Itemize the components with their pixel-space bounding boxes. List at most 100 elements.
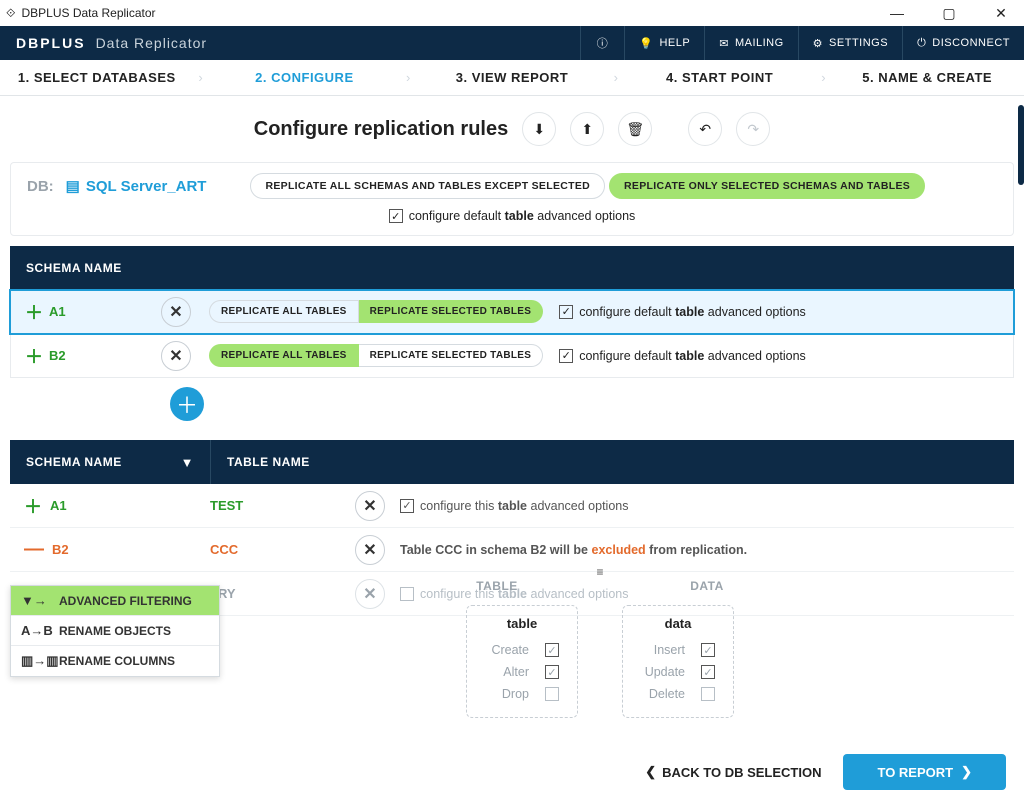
include-icon: ＋ — [24, 493, 42, 519]
window-close-button[interactable]: ✕ — [984, 5, 1018, 22]
window-titlebar: ⟐ DBPLUS Data Replicator — ▢ ✕ — [0, 0, 1024, 26]
schema-advanced-options-checkbox[interactable]: ✓ — [559, 349, 573, 363]
scrollbar[interactable] — [1018, 105, 1024, 185]
settings-button[interactable]: ⚙ SETTINGS — [798, 26, 902, 60]
app-header: DBPLUS Data Replicator ⓘ 💡HELP ✉MAILING … — [0, 26, 1024, 60]
filter-icon[interactable]: ▼ — [181, 455, 194, 470]
db-advanced-options-checkbox[interactable]: ✓ — [389, 209, 403, 223]
replicate-selected-pill[interactable]: REPLICATE ONLY SELECTED SCHEMAS AND TABL… — [609, 173, 925, 199]
to-report-button[interactable]: TO REPORT ❯ — [843, 754, 1006, 790]
trash-icon: 🗑 — [626, 121, 644, 138]
settings-label: SETTINGS — [829, 37, 888, 49]
remove-table-button[interactable]: ✕ — [355, 491, 385, 521]
gear-icon: ⚙ — [813, 37, 823, 50]
replicate-selected-tables-pill[interactable]: REPLICATE SELECTED TABLES — [359, 300, 544, 323]
opt-delete-checkbox[interactable]: ✓ — [701, 687, 715, 701]
step-start-point[interactable]: 4. START POINT — [623, 70, 817, 85]
opt-alter-checkbox[interactable]: ✓ — [545, 665, 559, 679]
step-configure[interactable]: 2. CONFIGURE — [208, 70, 402, 85]
db-label: DB: — [27, 178, 54, 195]
replicate-all-tables-pill[interactable]: REPLICATE ALL TABLES — [209, 300, 359, 323]
replicate-selected-tables-pill[interactable]: REPLICATE SELECTED TABLES — [359, 344, 544, 367]
mail-icon: ✉ — [719, 37, 729, 50]
schema-advanced-options-label: configure default table advanced options — [579, 349, 806, 363]
remove-table-button[interactable]: ✕ — [355, 535, 385, 565]
include-icon: ＋ — [25, 343, 43, 369]
rename-columns-icon: ▥→▥ — [21, 653, 49, 669]
opt-create-checkbox[interactable]: ✓ — [545, 643, 559, 657]
step-view-report[interactable]: 3. VIEW REPORT — [415, 70, 609, 85]
schema-advanced-options-checkbox[interactable]: ✓ — [559, 305, 573, 319]
menu-label: RENAME OBJECTS — [59, 624, 171, 638]
info-button[interactable]: ⓘ — [580, 26, 625, 60]
redo-button[interactable]: ↷ — [736, 112, 770, 146]
database-icon: ▤ — [66, 177, 80, 195]
options-box-title: table — [485, 616, 559, 631]
table-row-a1-test[interactable]: ＋A1 TEST ✕ ✓ configure this table advanc… — [10, 484, 1014, 528]
opt-update-label: Update — [641, 665, 685, 679]
schema-row-a1[interactable]: ＋A1 ✕ REPLICATE ALL TABLES REPLICATE SEL… — [10, 290, 1014, 334]
undo-button[interactable]: ↶ — [688, 112, 722, 146]
step-select-databases[interactable]: 1. SELECT DATABASES — [0, 70, 194, 85]
page-title: Configure replication rules — [254, 118, 508, 141]
next-label: TO REPORT — [877, 765, 953, 780]
chevron-right-icon: ❯ — [961, 764, 972, 780]
opt-insert-checkbox[interactable]: ✓ — [701, 643, 715, 657]
row-table-text: TRY — [210, 586, 340, 601]
app-icon: ⟐ — [6, 6, 15, 21]
power-icon: ⏻ — [917, 37, 926, 50]
menu-advanced-filtering[interactable]: ▼→ ADVANCED FILTERING — [11, 586, 219, 616]
menu-label: RENAME COLUMNS — [59, 654, 175, 668]
drag-handle-icon[interactable]: ≡ — [596, 565, 603, 579]
options-box-title: data — [641, 616, 715, 631]
delete-button[interactable]: 🗑 — [618, 112, 652, 146]
table-header-cell: TABLE NAME — [210, 440, 410, 484]
export-button[interactable]: ⬆ — [570, 112, 604, 146]
disconnect-label: DISCONNECT — [932, 37, 1010, 49]
window-maximize-button[interactable]: ▢ — [932, 5, 966, 22]
table-header: SCHEMA NAME ▼ TABLE NAME — [10, 440, 1014, 484]
schema-row-b2[interactable]: ＋B2 ✕ REPLICATE ALL TABLES REPLICATE SEL… — [10, 334, 1014, 378]
info-icon: ⓘ — [597, 35, 609, 51]
exclusion-message: Table CCC in schema B2 will be excluded … — [400, 543, 747, 557]
schema-advanced-options-label: configure default table advanced options — [579, 305, 806, 319]
row-schema-text: B2 — [52, 542, 69, 557]
opt-drop-checkbox[interactable]: ✓ — [545, 687, 559, 701]
replicate-all-tables-pill[interactable]: REPLICATE ALL TABLES — [209, 344, 359, 367]
opt-delete-label: Delete — [641, 687, 685, 701]
back-button[interactable]: ❮ BACK TO DB SELECTION — [645, 764, 821, 780]
db-advanced-options-label: configure default table advanced options — [409, 209, 636, 223]
table-advanced-options-label: configure this table advanced options — [420, 499, 628, 513]
import-button[interactable]: ⬇ — [522, 112, 556, 146]
schema-header-cell: SCHEMA NAME — [10, 261, 210, 275]
schema-header-cell: SCHEMA NAME — [26, 455, 122, 469]
lightbulb-icon: 💡 — [639, 37, 653, 50]
disconnect-button[interactable]: ⏻ DISCONNECT — [902, 26, 1024, 60]
remove-schema-button[interactable]: ✕ — [161, 341, 191, 371]
db-name-text: SQL Server_ART — [86, 178, 207, 195]
menu-rename-objects[interactable]: A→B RENAME OBJECTS — [11, 616, 219, 646]
db-name[interactable]: ▤ SQL Server_ART — [66, 177, 207, 195]
mailing-button[interactable]: ✉MAILING — [704, 26, 797, 60]
options-data-box: data Insert✓ Update✓ Delete✓ — [622, 605, 734, 718]
redo-icon: ↷ — [747, 121, 759, 138]
database-panel: DB: ▤ SQL Server_ART REPLICATE ALL SCHEM… — [10, 162, 1014, 236]
opt-update-checkbox[interactable]: ✓ — [701, 665, 715, 679]
row-schema-text: A1 — [50, 498, 67, 513]
window-minimize-button[interactable]: — — [880, 5, 914, 21]
options-header-table: TABLE — [476, 579, 518, 593]
help-button[interactable]: 💡HELP — [624, 26, 704, 60]
remove-schema-button[interactable]: ✕ — [161, 297, 191, 327]
add-schema-button[interactable]: ＋ — [170, 387, 204, 421]
menu-rename-columns[interactable]: ▥→▥ RENAME COLUMNS — [11, 646, 219, 676]
brand-name: DBPLUS — [16, 35, 86, 51]
table-advanced-options-checkbox[interactable]: ✓ — [400, 499, 414, 513]
step-separator-icon: › — [609, 70, 623, 85]
step-separator-icon: › — [401, 70, 415, 85]
upload-icon: ⬆ — [581, 121, 593, 138]
undo-icon: ↶ — [699, 121, 711, 138]
replicate-all-except-pill[interactable]: REPLICATE ALL SCHEMAS AND TABLES EXCEPT … — [250, 173, 605, 199]
remove-table-button[interactable]: ✕ — [355, 579, 385, 609]
step-name-create[interactable]: 5. NAME & CREATE — [830, 70, 1024, 85]
add-schema-row: ＋ — [10, 378, 1014, 430]
